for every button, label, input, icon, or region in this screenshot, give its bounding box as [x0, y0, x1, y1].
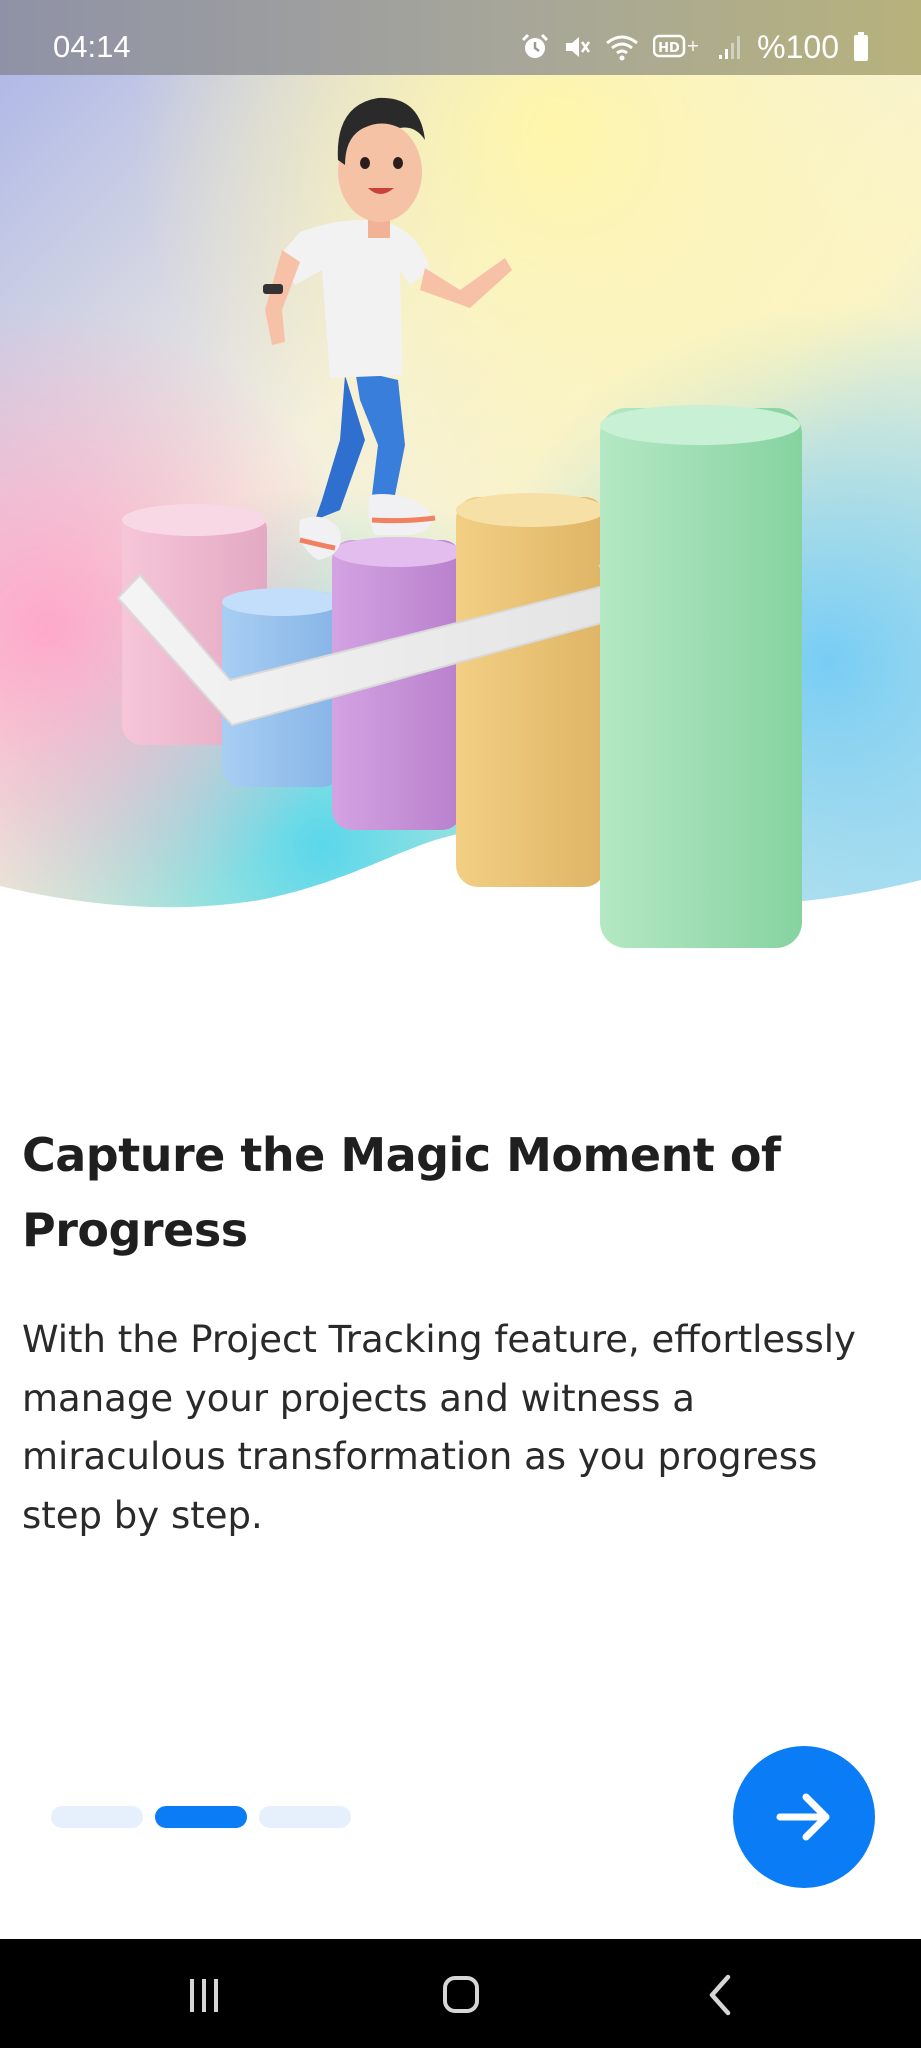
alarm-icon — [522, 33, 549, 58]
page-dot-3[interactable] — [259, 1806, 351, 1828]
back-icon[interactable] — [680, 1959, 760, 2029]
signal-icon — [719, 36, 741, 59]
page-dot-1[interactable] — [51, 1806, 143, 1828]
status-bar: 04:14 HD + %100 — [0, 0, 921, 75]
svg-text:+: + — [686, 36, 699, 55]
mute-icon — [566, 37, 591, 57]
yellow-bar — [456, 493, 606, 887]
page-dot-2-active[interactable] — [155, 1806, 247, 1828]
page-indicator — [51, 1806, 351, 1828]
svg-text:HD: HD — [658, 41, 680, 56]
system-nav-bar — [0, 1939, 921, 2048]
next-button[interactable] — [733, 1746, 875, 1888]
onboarding-description: With the Project Tracking feature, effor… — [22, 1318, 856, 1537]
recents-icon[interactable] — [163, 1959, 243, 2029]
battery-icon — [854, 32, 868, 61]
onboarding-title: Capture the Magic Moment of Progress — [22, 1128, 781, 1257]
green-bar — [600, 405, 802, 948]
hd-volte-icon: HD + — [653, 34, 700, 58]
status-icons: HD + %100 — [521, 30, 869, 64]
battery-level: %100 — [757, 29, 839, 65]
wifi-icon — [606, 35, 639, 61]
runner-character — [263, 97, 512, 560]
arrow-right-icon — [776, 1793, 830, 1841]
status-time: 04:14 — [53, 29, 131, 64]
home-icon[interactable] — [421, 1959, 501, 2029]
hero-illustration — [116, 97, 802, 948]
